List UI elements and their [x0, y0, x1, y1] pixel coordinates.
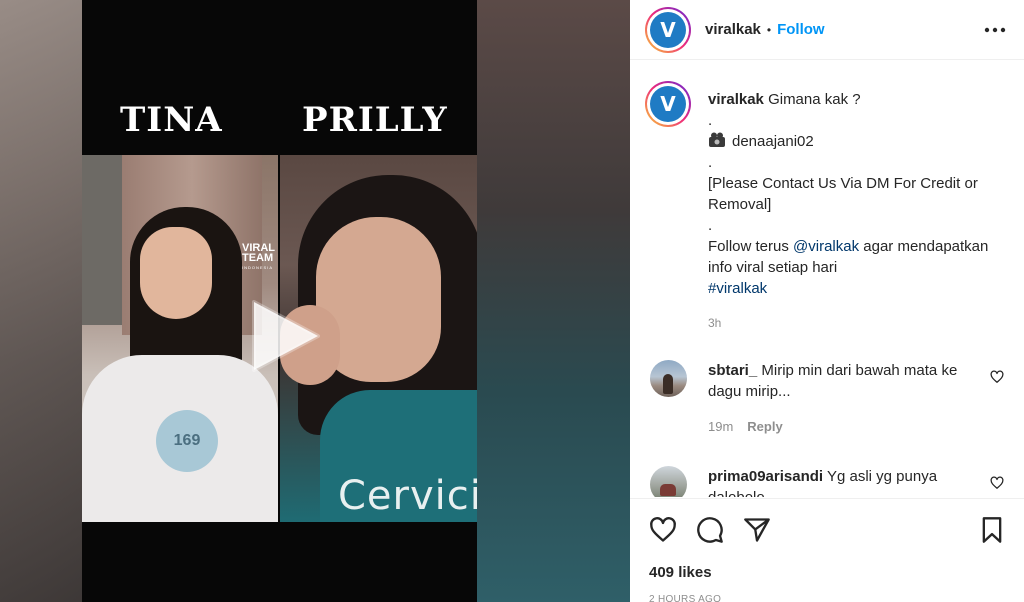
- caption-dot: .: [708, 112, 713, 129]
- share-icon[interactable]: [743, 516, 771, 544]
- reply-button[interactable]: Reply: [747, 419, 782, 434]
- caption-first-line: Gimana kak ?: [768, 91, 861, 108]
- post-header: V viralkak • Follow: [630, 0, 1024, 60]
- post-actions: 409 likes 2 HOURS AGO: [630, 498, 1024, 602]
- watermark-logo: VIRAL TEAM INDONESIA: [242, 243, 275, 273]
- comment-text: sbtari_ Mirip min dari bawah mata ke dag…: [708, 360, 978, 402]
- bookmark-icon[interactable]: [978, 516, 1006, 544]
- person-face: [140, 227, 212, 319]
- commenter-avatar[interactable]: [650, 360, 687, 397]
- avatar[interactable]: V: [645, 6, 691, 53]
- follow-button[interactable]: Follow: [777, 21, 825, 38]
- commenter-avatar[interactable]: [650, 466, 687, 497]
- credit-handle: denaajani02: [732, 133, 814, 150]
- shirt-print: Cervici: [338, 473, 477, 519]
- blurred-background-left: [0, 0, 82, 602]
- watermark-line3: INDONESIA: [242, 265, 274, 270]
- comment-username[interactable]: prima09arisandi: [708, 468, 823, 485]
- caption-follow-prefix: Follow terus: [708, 238, 794, 255]
- likes-count[interactable]: 409 likes: [649, 564, 712, 581]
- camera-icon: [709, 132, 725, 147]
- blurred-background-right: [477, 0, 630, 602]
- caption-dot: .: [708, 154, 713, 171]
- comment-meta: 19m Reply: [708, 419, 783, 434]
- hashtag-link[interactable]: #viralkak: [708, 278, 1008, 299]
- right-name-label: PRILLY: [302, 100, 448, 140]
- wall: [82, 155, 122, 325]
- mention-link[interactable]: @viralkak: [793, 238, 859, 255]
- avatar[interactable]: V: [645, 81, 691, 127]
- caption-time: 3h: [708, 316, 722, 330]
- comment-username[interactable]: sbtari_: [708, 362, 757, 379]
- brand-logo-icon: V: [650, 86, 686, 122]
- caption-text: viralkak Gimana kak ? . denaajani02 . [P…: [708, 89, 1008, 299]
- media-viewer[interactable]: TINA PRILLY 169 Cervici VIRAL TEAM INDON…: [0, 0, 630, 602]
- play-icon[interactable]: [246, 298, 322, 374]
- comment-text: prima09arisandi Yg asli yg punya dalobol…: [708, 466, 978, 497]
- separator-dot: •: [766, 22, 772, 37]
- caption-disclaimer: [Please Contact Us Via DM For Credit or …: [708, 175, 978, 213]
- caption-dot: .: [708, 217, 713, 234]
- like-comment-heart-icon[interactable]: [990, 370, 1004, 384]
- left-name-label: TINA: [120, 100, 223, 140]
- brand-logo-icon: V: [650, 11, 686, 48]
- comment-icon[interactable]: [696, 516, 724, 544]
- heart-icon[interactable]: [649, 516, 677, 544]
- shirt-print: 169: [156, 410, 218, 472]
- comment-time: 19m: [708, 419, 734, 434]
- post-side-panel: V viralkak • Follow V viralkak Gimana ka…: [630, 0, 1024, 602]
- comments-section[interactable]: V viralkak Gimana kak ? . denaajani02 . …: [630, 61, 1024, 497]
- post-timestamp: 2 HOURS AGO: [649, 594, 722, 602]
- like-comment-heart-icon[interactable]: [990, 476, 1004, 490]
- caption-username[interactable]: viralkak: [708, 91, 764, 108]
- header-username[interactable]: viralkak: [705, 21, 761, 38]
- more-options-icon[interactable]: [984, 19, 1006, 41]
